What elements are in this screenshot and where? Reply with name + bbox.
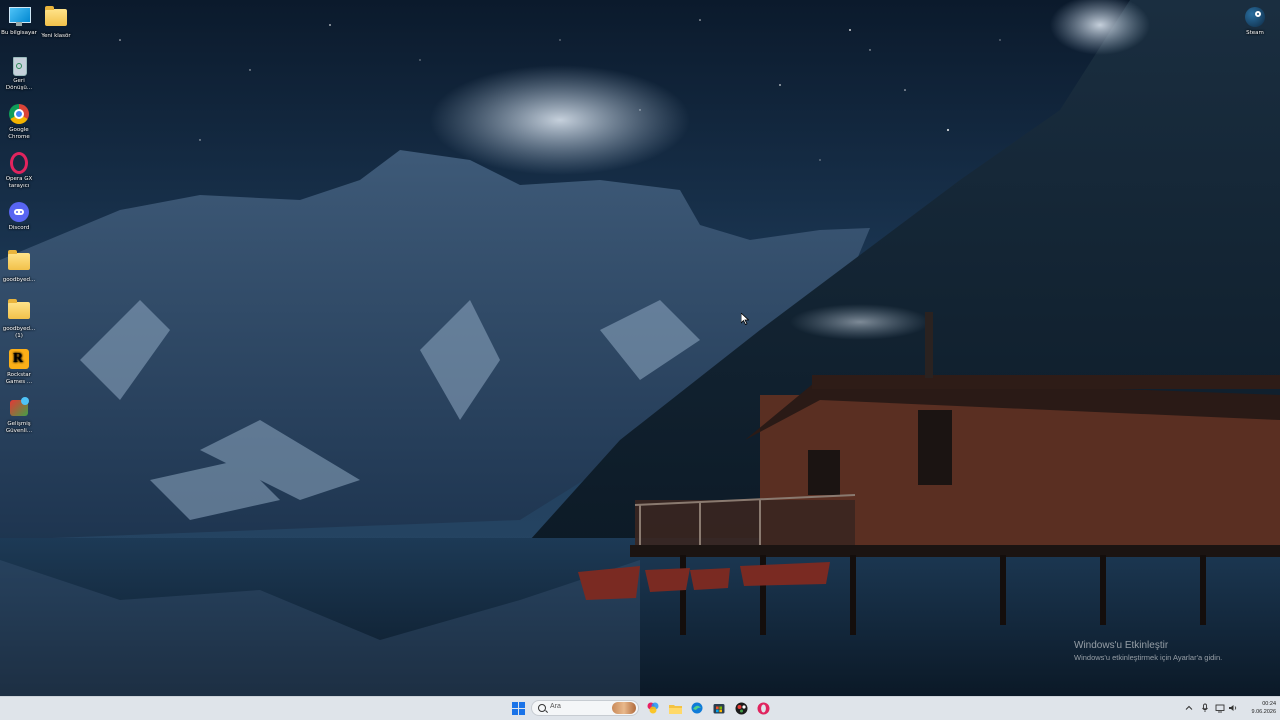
security-app-icon [8,397,30,419]
folder-icon [8,250,30,275]
edge-icon [691,702,703,714]
microphone-icon[interactable] [1200,703,1210,713]
opera-gx-icon [8,152,30,174]
activation-subtitle: Windows'u etkinleştirmek için Ayarlar'a … [1074,653,1223,662]
desktop-icon-label: goodbyed... (1) [2,326,36,339]
start-button[interactable] [510,700,526,716]
desktop-icon-folder-goodbye-1[interactable]: goodbyed... (1) [0,299,38,339]
taskbar-search[interactable]: Ara [531,700,639,716]
desktop-icon-label: Steam [1246,30,1264,36]
taskbar: Ara 00:24 9.06.2026 [0,696,1280,720]
chrome-icon [8,103,30,125]
taskbar-file-explorer[interactable] [667,700,683,716]
desktop-icon-chrome[interactable]: Google Chrome [0,103,38,140]
recycle-bin-icon [8,54,30,76]
desktop-icon-label: Geri Dönüşü... [5,78,33,91]
desktop-icon-steam[interactable]: Steam [1236,6,1274,37]
desktop-icon-gelismis[interactable]: Gelişmiş Güvenli... [0,397,38,434]
desktop-icon-this-pc[interactable]: Bu bilgisayar [0,6,38,37]
windows-start-icon [511,701,525,715]
taskbar-copilot[interactable] [645,700,661,716]
search-icon [538,704,546,712]
desktop-icon-label: Google Chrome [8,127,30,140]
desktop-icon-label: Rockstar Games ... [5,372,33,385]
taskbar-store[interactable] [711,700,727,716]
store-icon [713,704,725,714]
desktop-icon-recycle-bin[interactable]: Geri Dönüşü... [0,54,38,91]
desktop-icon-label: Discord [8,225,30,231]
monitor-icon [8,6,31,28]
taskbar-game-app[interactable] [733,700,749,716]
taskbar-clock[interactable]: 00:24 9.06.2026 [1240,700,1276,716]
desktop[interactable]: Bu bilgisayar Yeni klasör Steam Geri Dön… [0,0,1280,696]
desktop-icon-discord[interactable]: Discord [0,201,38,232]
opera-icon [757,702,769,714]
desktop-icon-new-folder[interactable]: Yeni klasör [37,6,75,40]
copilot-icon [647,702,659,714]
taskbar-edge[interactable] [689,700,705,716]
folder-icon [8,299,30,324]
activation-title: Windows'u Etkinleştir [1074,640,1169,651]
desktop-icon-opera-gx[interactable]: Opera GX tarayıcı [0,152,38,189]
mouse-cursor-icon [741,313,749,325]
chevron-up-icon[interactable] [1184,703,1194,713]
desktop-icon-rockstar[interactable]: R Rockstar Games ... [0,348,38,385]
desktop-icon-label: Yeni klasör [41,33,71,39]
game-app-icon [735,702,747,714]
search-highlight-image [612,702,636,714]
file-explorer-icon [668,704,682,714]
desktop-icon-label: Bu bilgisayar [1,30,37,36]
windows-activation-watermark: Windows'u Etkinleştir Windows'u etkinleş… [1074,640,1222,662]
clock-date: 9.06.2026 [1251,709,1276,715]
clock-time: 00:24 [1262,701,1276,707]
search-placeholder: Ara [550,703,561,710]
steam-icon [1244,6,1266,28]
folder-icon [45,6,67,31]
desktop-icon-folder-goodbye[interactable]: goodbyed... [0,250,38,284]
rockstar-icon: R [8,348,30,370]
desktop-icon-label: Opera GX tarayıcı [5,176,33,189]
discord-icon [8,201,30,223]
wallpaper-image [0,0,1280,696]
desktop-icon-label: goodbyed... [2,277,36,283]
network-icon[interactable] [1215,703,1225,713]
desktop-icon-label: Gelişmiş Güvenli... [5,421,33,434]
taskbar-opera[interactable] [755,700,771,716]
volume-icon[interactable] [1228,703,1238,713]
